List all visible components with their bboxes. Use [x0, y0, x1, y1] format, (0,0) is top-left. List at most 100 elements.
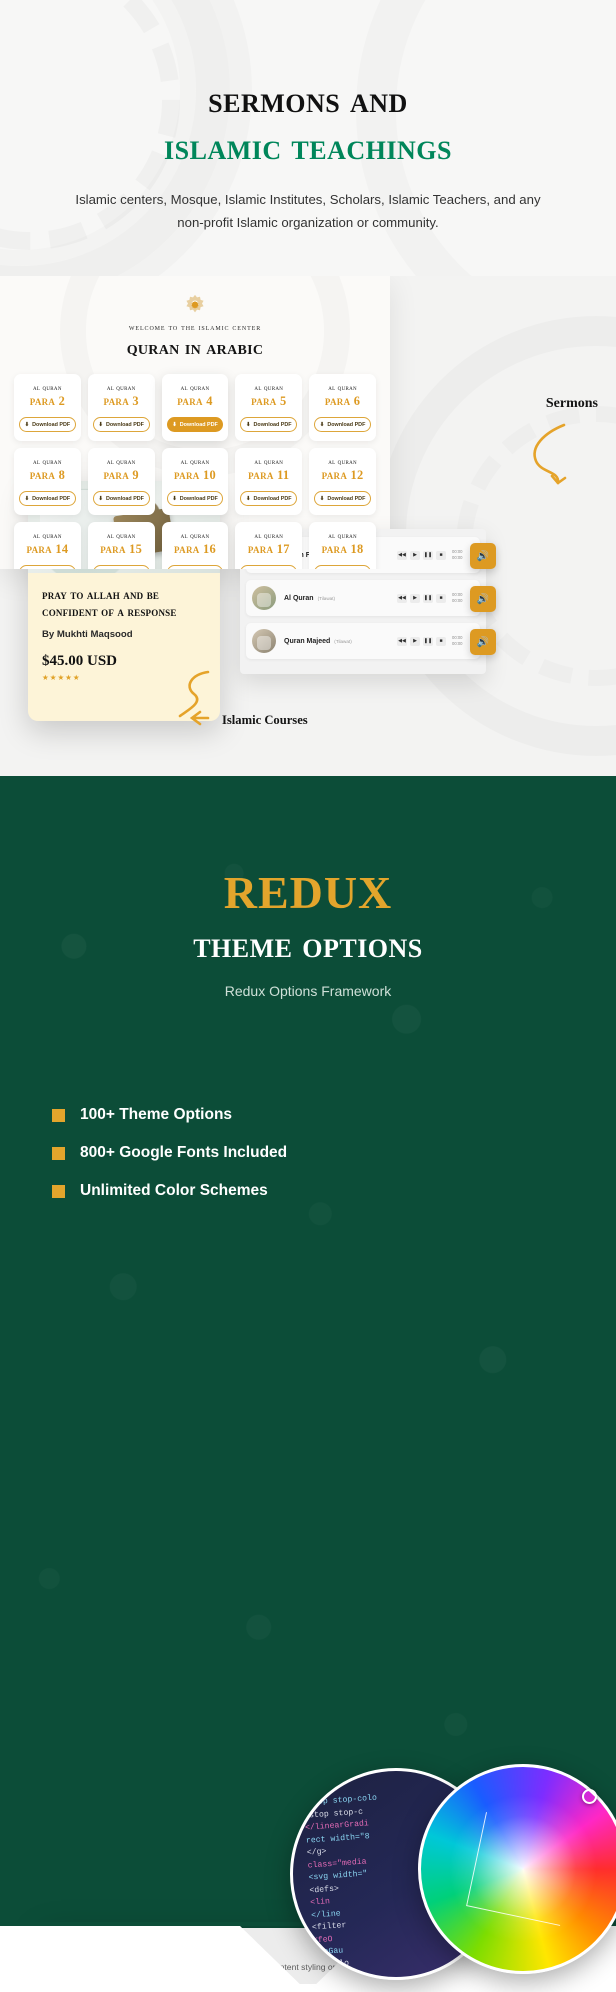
quran-card-para: Para 6	[324, 394, 361, 408]
audio-track-tag: (Tilawat)	[317, 595, 336, 601]
download-pdf-label: Download PDF	[105, 421, 144, 428]
quran-card-label: Al Quran	[106, 383, 136, 392]
download-pdf-label: Download PDF	[253, 495, 292, 502]
quran-card[interactable]: Al Quran Para 10 ⬇ Download PDF	[161, 448, 229, 515]
quran-card[interactable]: Al Quran Para 11 ⬇ Download PDF	[235, 448, 303, 515]
redux-logo: Redux	[223, 850, 393, 923]
feature-item: 800+ Google Fonts Included	[52, 1144, 287, 1162]
quran-card-para: Para 15	[100, 542, 143, 556]
product-author: By Mukhti Maqsood	[42, 628, 133, 640]
quran-card[interactable]: Al Quran Para 8 ⬇ Download PDF	[14, 448, 81, 515]
download-icon: ⬇	[172, 421, 177, 428]
download-pdf-button[interactable]: ⬇ Download PDF	[166, 491, 224, 506]
download-pdf-button[interactable]: ⬇ Download PDF	[240, 417, 298, 432]
quran-card[interactable]: Al Quran Para 17 ⬇ Download PDF	[235, 522, 303, 569]
download-pdf-button[interactable]: ⬇ Download PDF	[19, 491, 76, 506]
color-wheel-handle[interactable]	[582, 1789, 597, 1804]
code-snippet-text: ient x1 <stop stop-colo <stop stop-c </l…	[302, 1784, 378, 1980]
download-pdf-button[interactable]: ⬇ Download PDF	[19, 565, 76, 569]
audio-track-row[interactable]: Quran Majeed (Tilawat) ◀◀ ▶ ❚❚ ■ 00:00 00:00	[246, 623, 480, 659]
play-button[interactable]: ▶	[410, 550, 420, 560]
quran-card-label: Al Quran	[180, 383, 210, 392]
color-wheel-triangle	[466, 1812, 580, 1926]
download-pdf-button[interactable]: ⬇ Download PDF	[19, 417, 76, 432]
page-title-line2: Islamic Teachings	[164, 127, 452, 169]
quran-card[interactable]: Al Quran Para 6 ⬇ Download PDF	[309, 374, 376, 441]
quran-card[interactable]: Al Quran Para 9 ⬇ Download PDF	[87, 448, 155, 515]
feature-label: 100+ Theme Options	[80, 1106, 233, 1123]
quran-card[interactable]: Al Quran Para 4 ⬇ Download PDF	[161, 374, 229, 441]
download-pdf-label: Download PDF	[253, 421, 292, 428]
quran-card-para: Para 12	[321, 468, 364, 482]
download-pdf-label: Download PDF	[32, 495, 71, 502]
panel-welcome-text: Welcome to the Islamic Center	[128, 323, 262, 332]
pause-button[interactable]: ❚❚	[423, 636, 433, 646]
download-pdf-button[interactable]: ⬇ Download PDF	[240, 565, 298, 569]
showcase-section: Welcome to the Islamic Center Quran in A…	[0, 276, 616, 776]
download-pdf-label: Download PDF	[179, 421, 218, 428]
audio-track-row[interactable]: Al Quran (Tilawat) ◀◀ ▶ ❚❚ ■ 00:00 00:00	[246, 580, 480, 616]
quran-card-para: Para 4	[177, 394, 213, 408]
stop-button[interactable]: ■	[436, 593, 446, 603]
rewind-button[interactable]: ◀◀	[397, 593, 407, 603]
download-pdf-label: Download PDF	[327, 495, 366, 502]
quran-card[interactable]: Al Quran Para 16 ⬇ Download PDF	[161, 522, 229, 569]
download-pdf-button[interactable]: ⬇ Download PDF	[92, 565, 150, 569]
download-pdf-button[interactable]: ⬇ Download PDF	[92, 417, 150, 432]
download-pdf-button[interactable]: ⬇ Download PDF	[314, 565, 371, 569]
redux-subheading: Redux Options Framework	[224, 983, 392, 999]
download-pdf-button[interactable]: ⬇ Download PDF	[166, 565, 224, 569]
download-icon: ⬇	[246, 495, 251, 502]
quran-card[interactable]: Al Quran Para 3 ⬇ Download PDF	[87, 374, 155, 441]
quran-card-para: Para 8	[29, 468, 66, 482]
panel-title: Quran in Arabic	[126, 337, 264, 359]
audio-track-tag: (Tilawat)	[334, 638, 352, 644]
quran-card[interactable]: Al Quran Para 5 ⬇ Download PDF	[235, 374, 303, 441]
download-icon: ⬇	[319, 421, 325, 428]
play-button[interactable]: ▶	[410, 593, 420, 603]
volume-icon[interactable]: 🔊	[470, 543, 496, 569]
quran-card-para: Para 11	[248, 468, 290, 482]
play-button[interactable]: ▶	[410, 636, 420, 646]
download-pdf-button[interactable]: ⬇ Download PDF	[92, 491, 150, 506]
download-pdf-button[interactable]: ⬇ Download PDF	[314, 417, 371, 432]
download-pdf-button[interactable]: ⬇ Download PDF	[314, 491, 371, 506]
download-icon: ⬇	[24, 495, 30, 502]
stop-button[interactable]: ■	[436, 636, 446, 646]
volume-icon[interactable]: 🔊	[470, 629, 496, 655]
quran-card[interactable]: Al Quran Para 15 ⬇ Download PDF	[87, 522, 155, 569]
quran-card-para: Para 10	[174, 468, 216, 482]
download-pdf-button[interactable]: ⬇ Download PDF	[240, 491, 298, 506]
download-pdf-label: Download PDF	[105, 495, 144, 502]
stop-button[interactable]: ■	[436, 550, 446, 560]
quran-card[interactable]: Al Quran Para 2 ⬇ Download PDF	[14, 374, 81, 441]
pause-button[interactable]: ❚❚	[423, 550, 433, 560]
quran-card[interactable]: Al Quran Para 14 ⬇ Download PDF	[14, 522, 81, 569]
curved-arrow-sermons-icon	[533, 423, 567, 485]
quran-card[interactable]: Al Quran Para 18 ⬇ Download PDF	[309, 522, 376, 569]
quran-card-para: Para 16	[174, 542, 216, 556]
volume-icon[interactable]: 🔊	[470, 586, 496, 612]
rewind-button[interactable]: ◀◀	[397, 636, 407, 646]
audio-track-wrapper: Al Quran (Tilawat) ◀◀ ▶ ❚❚ ■ 00:00 00:00 🔊	[246, 580, 496, 616]
eight-point-star-icon	[186, 294, 204, 313]
rewind-button[interactable]: ◀◀	[397, 550, 407, 560]
page-title-line1: Sermons and	[208, 80, 408, 121]
quran-card-para: Para 5	[251, 394, 287, 408]
quran-card-label: Al Quran	[106, 531, 136, 540]
quran-card[interactable]: Al Quran Para 12 ⬇ Download PDF	[309, 448, 376, 515]
download-icon: ⬇	[172, 495, 177, 502]
color-wheel[interactable]	[418, 1764, 616, 1974]
quran-card-para: Para 18	[321, 542, 364, 556]
download-pdf-label: Download PDF	[179, 495, 218, 502]
feature-bullet-icon	[52, 1108, 65, 1122]
audio-controls: ◀◀ ▶ ❚❚ ■	[397, 593, 446, 603]
pause-button[interactable]: ❚❚	[423, 593, 433, 603]
audio-track-thumbnail	[252, 629, 276, 653]
download-pdf-button[interactable]: ⬇ Download PDF	[166, 417, 224, 432]
audio-controls: ◀◀ ▶ ❚❚ ■	[397, 636, 446, 646]
download-pdf-label: Download PDF	[32, 421, 71, 428]
quran-card-label: Al Quran	[33, 457, 62, 466]
quran-card-label: Al Quran	[254, 457, 284, 466]
feature-label: 800+ Google Fonts Included	[80, 1144, 288, 1161]
